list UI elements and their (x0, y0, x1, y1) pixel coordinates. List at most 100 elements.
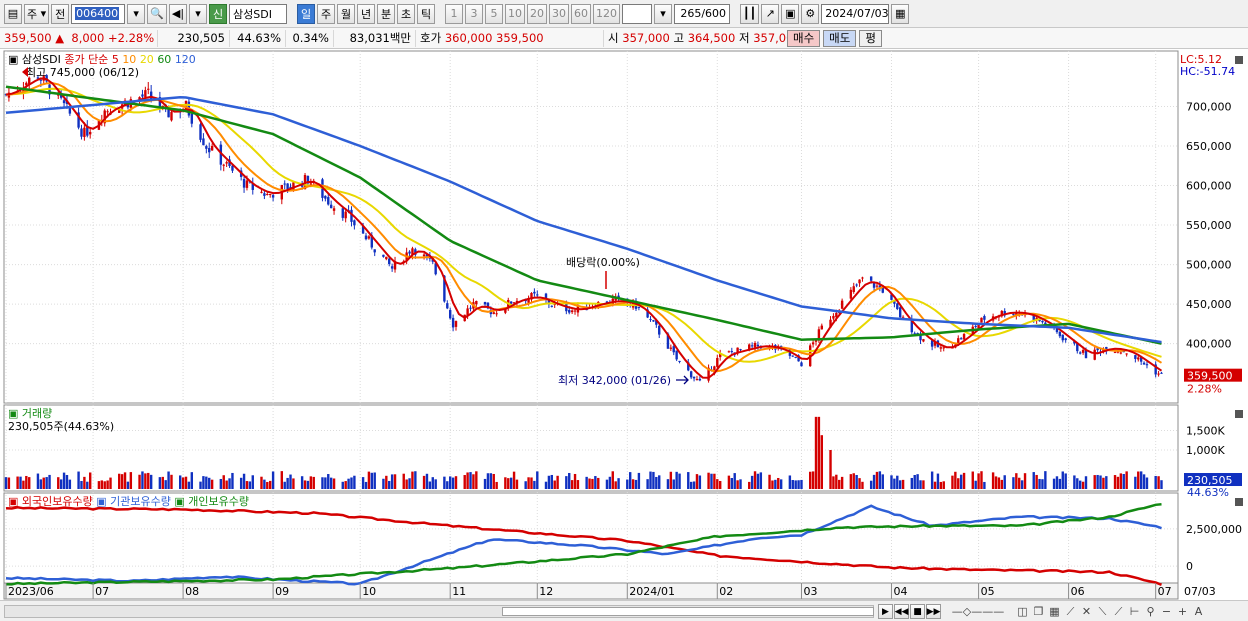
volume-bar (312, 476, 315, 489)
horizontal-scrollbar[interactable] (4, 605, 874, 618)
interval-3-button[interactable]: 3 (465, 3, 484, 24)
interval-30-button[interactable]: 30 (549, 3, 570, 24)
fib-icon[interactable]: ⟍ (1095, 604, 1110, 619)
x-axis-label: 2023/06 (8, 585, 54, 598)
flat-button[interactable]: 평 (859, 29, 882, 47)
chart-area[interactable]: 2023/06 07 08 09 10 11 12 2024/01 02 03 04 05 06 07 07… (0, 49, 1248, 621)
grid-icon[interactable]: ▦ (1047, 604, 1062, 619)
period-week-button[interactable]: 주 (317, 3, 336, 24)
prev-button[interactable]: 전 (51, 3, 70, 24)
bar-count-field[interactable]: 265/600 (674, 3, 731, 24)
ask-label: 호가 (420, 31, 442, 45)
interval-20-button[interactable]: 20 (527, 3, 548, 24)
fast-forward-icon[interactable]: ▶▶ (926, 604, 941, 619)
volume-bar (19, 476, 22, 489)
volume-bar (39, 479, 43, 489)
volume-bar (573, 473, 577, 489)
volume-bar (797, 480, 800, 489)
period-month-button[interactable]: 월 (337, 3, 356, 24)
plus-icon[interactable]: + (1175, 604, 1190, 619)
zoom-icon[interactable]: ⚲ (1143, 604, 1158, 619)
period-year-button[interactable]: 년 (357, 3, 376, 24)
holding-legend: ▣ 외국인보유수량 ▣ 기관보유수량 ▣ 개인보유수량 (8, 495, 249, 508)
ruler-icon[interactable]: ⊢ (1127, 604, 1142, 619)
volume-bar (266, 481, 269, 489)
candle-body (332, 208, 336, 211)
cross-icon[interactable]: ✕ (1079, 604, 1094, 619)
scrollbar-thumb[interactable] (502, 607, 874, 616)
volume-bar (713, 473, 716, 489)
scroll-right-icon[interactable]: ▶ (878, 604, 893, 619)
interval-5-button[interactable]: 5 (485, 3, 504, 24)
speaker-icon[interactable]: ◀| (168, 3, 188, 24)
candle-body (199, 124, 202, 140)
volume-bar (861, 481, 864, 489)
period-second-button[interactable]: 초 (397, 3, 416, 24)
candle-body (858, 279, 861, 284)
volume-bar (512, 471, 516, 489)
quote-bar: 359,500 ▲ 8,000 +2.28% 230,505 44.63% 0.… (0, 28, 1248, 49)
date-field[interactable]: 2024/07/03 (821, 3, 890, 24)
volume-bar (1157, 476, 1160, 489)
save-icon[interactable]: ▣ (781, 3, 800, 24)
x-axis-label: 03 (803, 585, 817, 598)
candle-body (658, 325, 661, 335)
volume-bar (568, 472, 571, 489)
period-minute-button[interactable]: 분 (377, 3, 396, 24)
candle-body (649, 319, 652, 321)
candle-style-icon[interactable]: ┃┃ (740, 3, 760, 24)
speaker-dropdown-icon[interactable]: ▾ (189, 3, 208, 24)
period-day-button[interactable]: 일 (297, 3, 316, 24)
volume-bar (913, 475, 916, 489)
zoom-slider-icon[interactable]: —◇——— (942, 604, 1014, 619)
price-pane-frame (3, 50, 1179, 404)
settings-gear-icon[interactable]: ⚙ (801, 3, 820, 24)
interval-dropdown-icon[interactable]: ▾ (654, 3, 673, 24)
volume-bar (669, 471, 673, 489)
sell-button[interactable]: 매도 (823, 29, 857, 47)
code-dropdown-icon[interactable]: ▾ (127, 3, 146, 24)
volume-bar (811, 471, 815, 489)
rewind-icon[interactable]: ◀◀ (894, 604, 909, 619)
minus-icon[interactable]: − (1159, 604, 1174, 619)
stop-icon[interactable]: ■ (910, 604, 925, 619)
stock-chart[interactable]: 2023/06 07 08 09 10 11 12 2024/01 02 03 04 05 06 07 07… (0, 49, 1248, 600)
trend-tool-icon[interactable]: ↗ (761, 3, 780, 24)
stock-name-field[interactable]: 삼성SDI (229, 3, 288, 24)
volume-bar (594, 476, 597, 489)
split-view-icon[interactable]: ◫ (1015, 604, 1030, 619)
volume-bar (228, 478, 231, 489)
volume-bar (849, 474, 853, 489)
calendar-icon[interactable]: ▦ (891, 3, 910, 24)
candle-body (861, 277, 864, 279)
search-icon[interactable]: 🔍 (147, 3, 167, 24)
candle-body (385, 256, 388, 260)
stock-code-value: 006400 (75, 7, 120, 20)
volume-bar (768, 474, 771, 489)
holding-legend-0: ▣ 외국인보유수량 (8, 495, 96, 508)
volume-bar (788, 475, 792, 489)
interval-60-button[interactable]: 60 (571, 3, 592, 24)
interval-custom-input[interactable] (622, 3, 653, 24)
volume-bar (408, 478, 411, 489)
period-tick-button[interactable]: 틱 (417, 3, 436, 24)
text-tool-icon[interactable]: A (1191, 604, 1206, 619)
buy-button[interactable]: 매수 (787, 29, 821, 47)
window-menu-icon[interactable]: ▤ (4, 3, 22, 24)
interval-120-button[interactable]: 120 (593, 3, 621, 24)
current-price: 359,500 (4, 31, 52, 45)
volume-bar (344, 481, 347, 489)
volume-bar (678, 473, 681, 489)
volume-bar (16, 476, 19, 489)
volume-bar (817, 416, 821, 489)
stock-code-input[interactable]: 006400 (71, 3, 126, 24)
main-toolbar: ▤ 주 ▾ 전 006400 ▾ 🔍 ◀| ▾ 신 삼성SDI 일 주 월 년 … (0, 0, 1248, 28)
period-type-select[interactable]: 주 ▾ (24, 3, 50, 24)
interval-10-button[interactable]: 10 (505, 3, 526, 24)
trend-icon[interactable]: ⟋ (1111, 604, 1126, 619)
candle-body (353, 220, 356, 226)
volume-bar (1018, 477, 1021, 489)
copy-icon[interactable]: ❐ (1031, 604, 1046, 619)
interval-1-button[interactable]: 1 (445, 3, 464, 24)
draw-line-icon[interactable]: ⟋ (1063, 604, 1078, 619)
